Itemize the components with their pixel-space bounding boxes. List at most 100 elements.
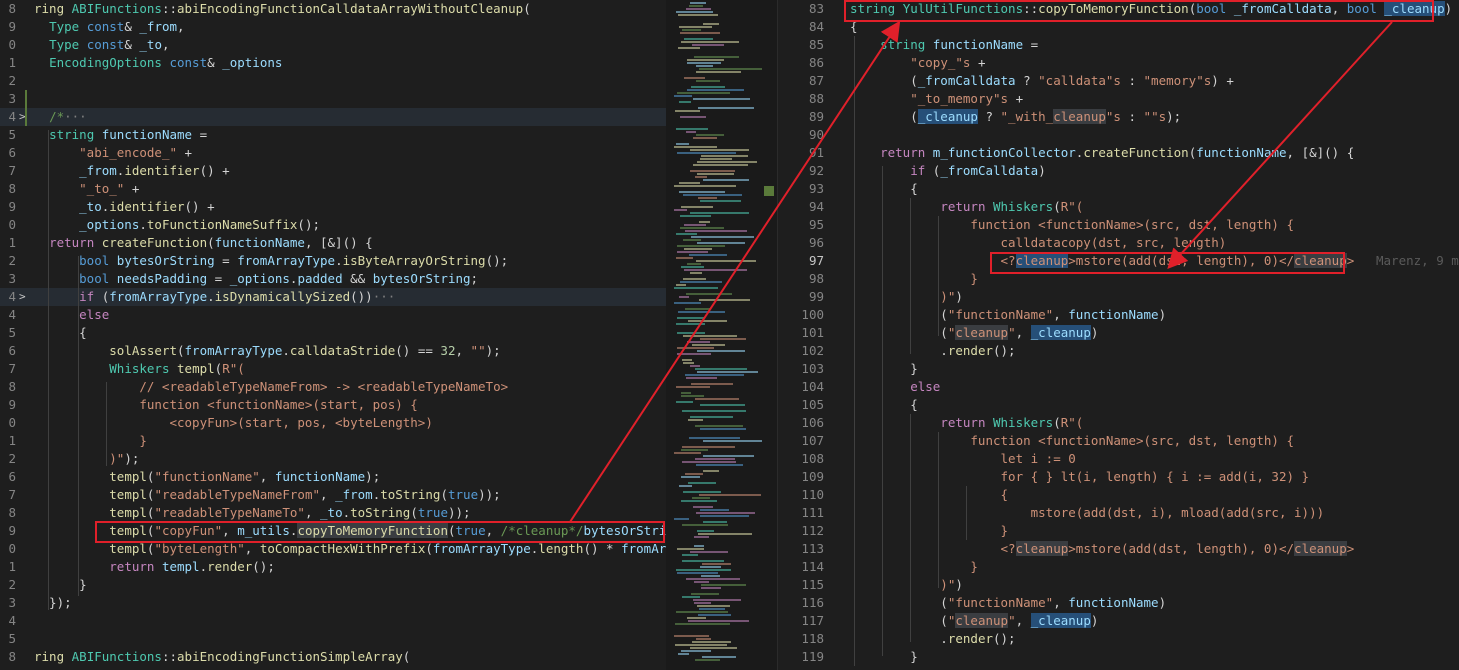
code-line[interactable]: 106 return Whiskers(R"( [778, 414, 1459, 432]
code-line[interactable]: 115 )") [778, 576, 1459, 594]
right-editor-pane[interactable]: 83 string YulUtilFunctions::copyToMemoryF… [778, 0, 1459, 670]
code-line[interactable]: 103 } [778, 360, 1459, 378]
code-line[interactable]: 8 templ ("readableTypeNameTo", _to.toStri… [0, 504, 666, 522]
code-text[interactable]: else [34, 306, 109, 324]
code-text[interactable]: bool bytesOrString = fromArrayType.isByt… [34, 252, 508, 270]
fold-chevron-icon[interactable]: > [19, 288, 26, 306]
left-editor-pane[interactable]: 8 ring ABIFunctions::abiEncodingFunctionC… [0, 0, 666, 670]
code-line[interactable]: 5 { [0, 324, 666, 342]
code-line[interactable]: 8 ring ABIFunctions::abiEncodingFunctionS… [0, 648, 666, 666]
code-text[interactable]: for { } lt(i, length) { i := add(i, 32) … [850, 468, 1310, 486]
code-line[interactable]: 111 mstore(add(dst, i), mload(add(src, i… [778, 504, 1459, 522]
code-line[interactable]: 100 ("functionName", functionName) [778, 306, 1459, 324]
code-text[interactable]: Type const& _from, [34, 18, 185, 36]
code-text[interactable]: templ ("readableTypeNameTo", _to.toString… [34, 504, 470, 522]
code-text[interactable]: } [850, 648, 918, 666]
code-text[interactable]: } [850, 522, 1009, 540]
code-line[interactable]: 7 _from.identifier() + [0, 162, 666, 180]
code-text[interactable]: templ("readableTypeNameFrom", _from.toSt… [34, 486, 500, 504]
code-line[interactable]: 92 if (_fromCalldata) [778, 162, 1459, 180]
code-line[interactable]: 89 (_cleanup ? "_with_cleanup"s : ""s); [778, 108, 1459, 126]
code-line[interactable]: 101 ("cleanup", _cleanup) [778, 324, 1459, 342]
code-text[interactable]: } [850, 270, 978, 288]
code-text[interactable]: { [850, 486, 1009, 504]
code-text[interactable]: templ("functionName", functionName); [34, 468, 380, 486]
code-line[interactable]: 2 } [0, 576, 666, 594]
minimap-scroll-marker[interactable] [764, 186, 774, 196]
code-text[interactable]: function <functionName>(src, dst, length… [850, 216, 1294, 234]
code-text[interactable]: } [34, 432, 147, 450]
code-line[interactable]: 0 Type const& _to, [0, 36, 666, 54]
code-text[interactable]: "_to_memory"s + [850, 90, 1023, 108]
code-text[interactable]: .render(); [850, 342, 1015, 360]
code-line[interactable]: 102 .render(); [778, 342, 1459, 360]
code-line[interactable]: 9 function <functionName>(start, pos) { [0, 396, 666, 414]
code-text[interactable]: return Whiskers(R"( [850, 414, 1083, 432]
code-text[interactable]: _options.toFunctionNameSuffix(); [34, 216, 320, 234]
code-text[interactable]: else [850, 378, 940, 396]
code-line[interactable]: 116 ("functionName", functionName) [778, 594, 1459, 612]
code-text[interactable]: bool needsPadding = _options.padded && b… [34, 270, 478, 288]
code-text[interactable]: Type const& _to, [34, 36, 169, 54]
code-text[interactable]: { [850, 396, 918, 414]
code-text[interactable]: { [850, 180, 918, 198]
code-line[interactable]: 107 function <functionName>(src, dst, le… [778, 432, 1459, 450]
code-line[interactable]: 110 { [778, 486, 1459, 504]
minimap[interactable] [666, 0, 778, 670]
code-line[interactable]: 1 return templ.render(); [0, 558, 666, 576]
code-text[interactable]: ("cleanup", _cleanup) [850, 324, 1098, 342]
code-line[interactable]: 6 "abi_encode_" + [0, 144, 666, 162]
code-text[interactable]: /*··· [34, 108, 87, 126]
code-line[interactable]: 90 [778, 126, 1459, 144]
code-line[interactable]: 4 else [0, 306, 666, 324]
code-text[interactable]: EncodingOptions const& _options [34, 54, 282, 72]
code-text[interactable]: <copyFun>(start, pos, <byteLength>) [34, 414, 432, 432]
code-text[interactable]: mstore(add(dst, i), mload(add(src, i))) [850, 504, 1325, 522]
code-line[interactable]: 113 <?cleanup>mstore(add(dst, length), 0… [778, 540, 1459, 558]
code-line[interactable]: 108 let i := 0 [778, 450, 1459, 468]
code-line[interactable]: 105 { [778, 396, 1459, 414]
code-line[interactable]: 114 } [778, 558, 1459, 576]
code-text[interactable]: ring ABIFunctions::abiEncodingFunctionCa… [34, 0, 531, 18]
code-text[interactable]: "copy_"s + [850, 54, 985, 72]
code-text[interactable]: (_fromCalldata ? "calldata"s : "memory"s… [850, 72, 1234, 90]
code-line[interactable]: 91 return m_functionCollector.createFunc… [778, 144, 1459, 162]
code-line[interactable]: 5 string functionName = [0, 126, 666, 144]
code-line[interactable]: 1 EncodingOptions const& _options [0, 54, 666, 72]
code-line[interactable]: 88 "_to_memory"s + [778, 90, 1459, 108]
code-line[interactable]: 1 } [0, 432, 666, 450]
code-line[interactable]: 99 )") [778, 288, 1459, 306]
code-text[interactable]: ("functionName", functionName) [850, 306, 1166, 324]
code-line[interactable]: 86 "copy_"s + [778, 54, 1459, 72]
code-line[interactable]: 112 } [778, 522, 1459, 540]
code-text[interactable]: string functionName = [850, 36, 1038, 54]
code-text[interactable]: } [850, 360, 918, 378]
code-line[interactable]: 7 templ("readableTypeNameFrom", _from.to… [0, 486, 666, 504]
code-text[interactable]: return m_functionCollector.createFunctio… [850, 144, 1354, 162]
code-text[interactable]: string functionName = [34, 126, 207, 144]
code-line[interactable]: 85 string functionName = [778, 36, 1459, 54]
code-line[interactable]: 3 }); [0, 594, 666, 612]
code-text[interactable]: if (fromArrayType.isDynamicallySized())·… [34, 288, 395, 306]
code-line[interactable]: 118 .render(); [778, 630, 1459, 648]
code-line[interactable]: 4 > if (fromArrayType.isDynamicallySized(… [0, 288, 666, 306]
code-text[interactable]: "_to_" + [34, 180, 139, 198]
code-text[interactable]: _to.identifier() + [34, 198, 214, 216]
code-text[interactable]: )") [850, 576, 963, 594]
code-text[interactable]: )") [850, 288, 963, 306]
code-text[interactable]: Whiskers templ(R"( [34, 360, 245, 378]
code-line[interactable]: 8 ring ABIFunctions::abiEncodingFunctionC… [0, 0, 666, 18]
code-line[interactable]: 87 (_fromCalldata ? "calldata"s : "memor… [778, 72, 1459, 90]
code-line[interactable]: 9 _to.identifier() + [0, 198, 666, 216]
code-line[interactable]: 109 for { } lt(i, length) { i := add(i, … [778, 468, 1459, 486]
code-text[interactable]: return Whiskers(R"( [850, 198, 1083, 216]
code-line[interactable]: 0 <copyFun>(start, pos, <byteLength>) [0, 414, 666, 432]
code-line[interactable]: 6 templ("functionName", functionName); [0, 468, 666, 486]
code-text[interactable]: } [850, 558, 978, 576]
code-text[interactable]: calldatacopy(dst, src, length) [850, 234, 1227, 252]
code-line[interactable]: 9 Type const& _from, [0, 18, 666, 36]
code-line[interactable]: 3 [0, 90, 666, 108]
code-line[interactable]: 0 _options.toFunctionNameSuffix(); [0, 216, 666, 234]
code-line[interactable]: 1 return createFunction(functionName, [&… [0, 234, 666, 252]
code-text[interactable]: (_cleanup ? "_with_cleanup"s : ""s); [850, 108, 1181, 126]
